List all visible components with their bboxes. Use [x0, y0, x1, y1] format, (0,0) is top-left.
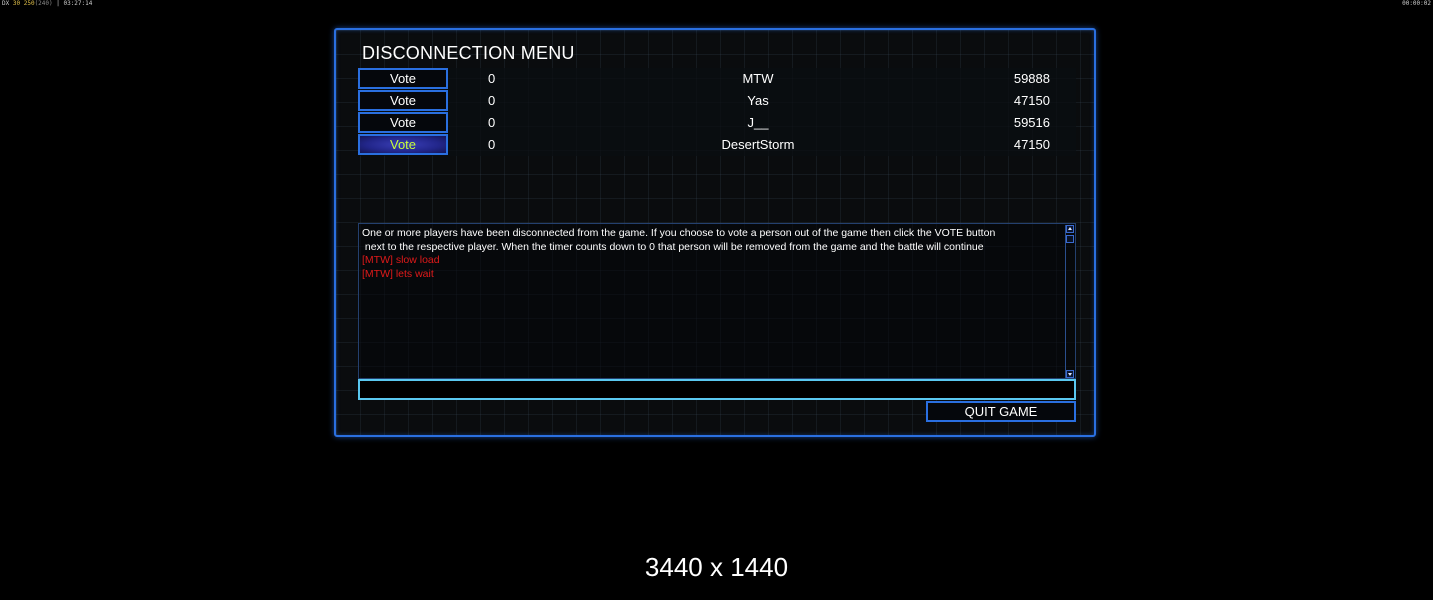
- chat-text: One or more players have been disconnect…: [362, 227, 1057, 281]
- system-message: One or more players have been disconnect…: [362, 227, 996, 239]
- chat-input[interactable]: [358, 379, 1076, 400]
- menu-title: DISCONNECTION MENU: [362, 43, 575, 63]
- player-row: Vote 0 Yas 47150: [358, 90, 1076, 111]
- vote-button-selected[interactable]: Vote: [358, 134, 448, 155]
- disconnection-panel: DISCONNECTION MENU Vote 0 MTW 59888 Vote…: [334, 28, 1096, 437]
- chat-message: [MTW] lets wait: [362, 267, 434, 280]
- player-row: Vote 0 J__ 59516: [358, 112, 1076, 133]
- scroll-thumb[interactable]: [1066, 235, 1074, 243]
- hud-ms: (240): [34, 0, 53, 7]
- hud-clock: 03:27:14: [63, 0, 93, 7]
- player-table: Vote 0 MTW 59888 Vote 0 Yas 47150 Vote 0…: [358, 68, 1076, 156]
- player-score: 47150: [1013, 93, 1050, 108]
- player-score: 47150: [1013, 137, 1050, 152]
- chat-log[interactable]: One or more players have been disconnect…: [358, 223, 1076, 379]
- chat-message: [MTW] slow load: [362, 254, 440, 266]
- vote-count: 0: [488, 137, 496, 152]
- player-name: Yas: [747, 93, 769, 108]
- vote-count: 0: [488, 71, 496, 86]
- vote-button[interactable]: Vote: [358, 68, 448, 89]
- vote-button[interactable]: Vote: [358, 90, 448, 111]
- hud-label: DX: [2, 0, 10, 7]
- player-row: Vote 0 MTW 59888: [358, 68, 1076, 89]
- system-message: next to the respective player. When the …: [362, 240, 984, 253]
- player-score: 59516: [1013, 115, 1050, 130]
- player-score: 59888: [1013, 71, 1050, 86]
- vote-count: 0: [488, 115, 496, 130]
- hud-stats: DX 30 250(240) | 03:27:14: [2, 0, 93, 7]
- resolution-caption: 3440 x 1440: [644, 552, 789, 582]
- scroll-up-icon[interactable]: [1066, 225, 1074, 233]
- scroll-down-icon[interactable]: [1066, 370, 1074, 378]
- player-name: J__: [747, 115, 769, 130]
- chat-scrollbar[interactable]: [1065, 225, 1074, 378]
- player-name: MTW: [742, 71, 774, 86]
- hud-timer: 00:00:02: [1402, 0, 1431, 7]
- quit-game-button[interactable]: QUIT GAME: [926, 401, 1076, 422]
- vote-count: 0: [488, 93, 496, 108]
- player-row: Vote 0 DesertStorm 47150: [358, 134, 1076, 155]
- vote-button[interactable]: Vote: [358, 112, 448, 133]
- player-name: DesertStorm: [721, 137, 795, 152]
- hud-fps: 30: [12, 0, 21, 7]
- hud-value: 250: [23, 0, 35, 7]
